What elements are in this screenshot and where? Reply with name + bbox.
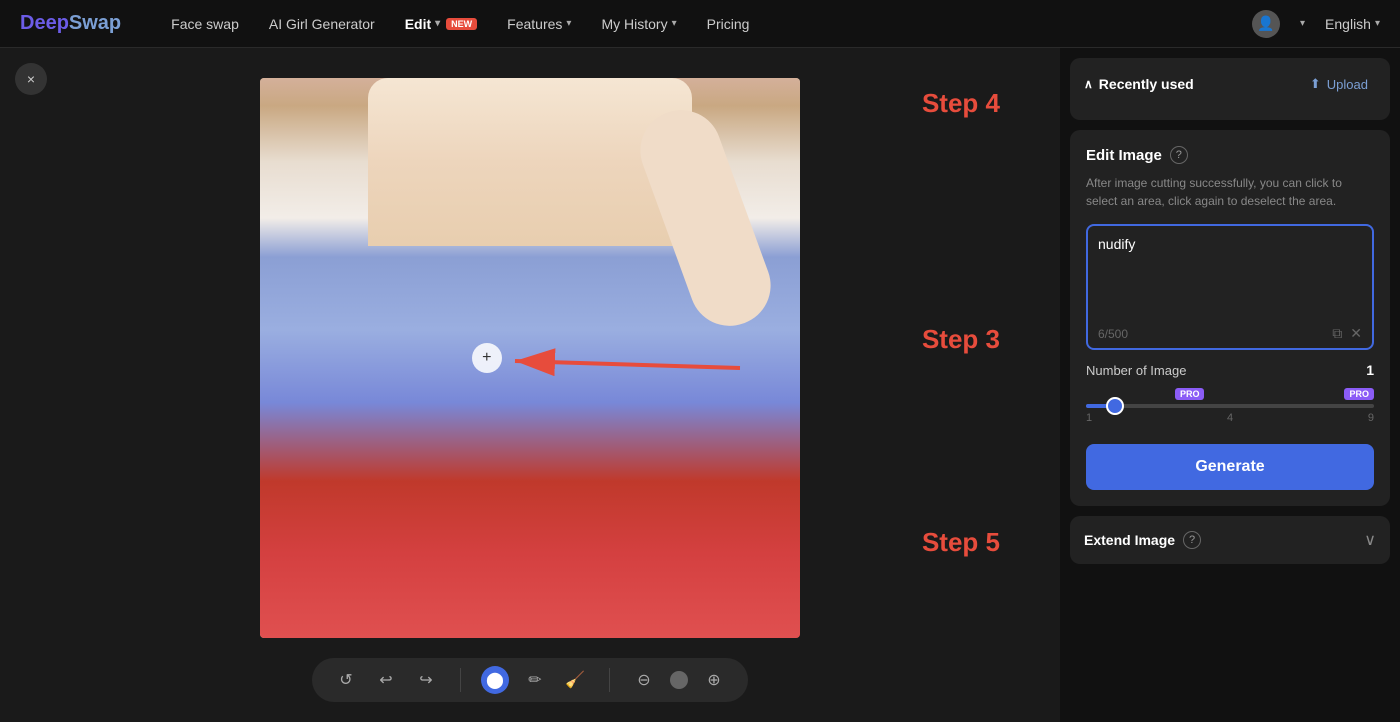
prompt-actions: ⧉ ✕	[1332, 325, 1362, 342]
avatar-chevron-icon: ▾	[1300, 18, 1305, 29]
nav-pricing[interactable]: Pricing	[707, 16, 750, 32]
clear-icon[interactable]: ✕	[1350, 325, 1362, 342]
main-content: × +	[0, 48, 1400, 722]
recently-used-header: ∧ Recently used ⬆ Upload	[1084, 72, 1376, 96]
prompt-input[interactable]	[1088, 226, 1372, 321]
slider-track	[1086, 404, 1374, 408]
language-chevron-icon: ▾	[1375, 18, 1380, 29]
edit-image-section: Edit Image ? After image cutting success…	[1070, 130, 1390, 506]
step5-label: Step 5	[922, 527, 1000, 558]
navbar: DeepSwap Face swap AI Girl Generator Edi…	[0, 0, 1400, 48]
nav-face-swap[interactable]: Face swap	[171, 16, 239, 32]
extend-help-icon[interactable]: ?	[1183, 531, 1201, 549]
canvas-image[interactable]: +	[260, 78, 800, 638]
edit-image-title: Edit Image	[1086, 147, 1162, 164]
avatar[interactable]: 👤	[1252, 10, 1280, 38]
edit-title-row: Edit Image ?	[1086, 146, 1374, 164]
nav-edit[interactable]: Edit ▾ NEW	[405, 16, 477, 32]
bottom-toolbar: ↺ ↩ ↪ ⬤ ✏ 🧹 ⊖ ⊕	[312, 658, 748, 702]
prompt-container: 6/500 ⧉ ✕	[1086, 224, 1374, 350]
number-of-image-value: 1	[1366, 362, 1374, 378]
logo-swap: Swap	[69, 12, 121, 34]
recently-used-section: ∧ Recently used ⬆ Upload	[1070, 58, 1390, 120]
brush-size-indicator	[670, 671, 688, 689]
zoom-group: ⊖ ⊕	[630, 666, 728, 694]
slider-thumb[interactable]	[1106, 397, 1124, 415]
pro-badge-1: PRO	[1175, 388, 1205, 400]
brush-group: ⬤ ✏ 🧹	[481, 666, 589, 694]
nav-my-history[interactable]: My History ▾	[601, 16, 676, 32]
extend-chevron-icon[interactable]: ∨	[1364, 530, 1376, 550]
selection-point[interactable]: +	[472, 343, 502, 373]
toolbar-divider-2	[609, 668, 610, 692]
chevron-up-icon: ∧	[1084, 77, 1093, 91]
edit-chevron-icon: ▾	[435, 18, 440, 29]
undo-redo-group: ↺ ↩ ↪	[332, 666, 440, 694]
pro-badge-2: PRO	[1344, 388, 1374, 400]
nav-ai-girl[interactable]: AI Girl Generator	[269, 16, 375, 32]
pro-badges-row: PRO PRO	[1086, 388, 1374, 400]
char-count: 6/500	[1098, 327, 1128, 341]
edit-description: After image cutting successfully, you ca…	[1086, 174, 1374, 210]
brush-icon[interactable]: ⬤	[481, 666, 509, 694]
recently-used-title: ∧ Recently used	[1084, 76, 1194, 92]
step3-label: Step 3	[922, 324, 1000, 355]
generate-button[interactable]: Generate	[1086, 444, 1374, 490]
number-of-image-row: Number of Image 1	[1086, 362, 1374, 378]
features-chevron-icon: ▾	[566, 18, 571, 29]
undo-icon[interactable]: ↩	[372, 666, 400, 694]
reset-icon[interactable]: ↺	[332, 666, 360, 694]
history-chevron-icon: ▾	[672, 18, 677, 29]
eraser-icon[interactable]: 🧹	[561, 666, 589, 694]
new-badge: NEW	[446, 18, 477, 30]
toolbar-divider-1	[460, 668, 461, 692]
redo-icon[interactable]: ↪	[412, 666, 440, 694]
app-logo[interactable]: DeepSwap	[20, 12, 121, 35]
extend-image-section: Extend Image ? ∨	[1070, 516, 1390, 564]
logo-deep: Deep	[20, 12, 69, 34]
extend-header: Extend Image ? ∨	[1084, 530, 1376, 550]
right-panel: ∧ Recently used ⬆ Upload Edit Image ? Af…	[1060, 48, 1400, 722]
extend-title-row: Extend Image ?	[1084, 531, 1201, 549]
zoom-in-icon[interactable]: ⊕	[700, 666, 728, 694]
language-selector[interactable]: English ▾	[1325, 16, 1380, 32]
upload-button[interactable]: ⬆ Upload	[1302, 72, 1376, 96]
left-panel: × +	[0, 48, 1060, 722]
copy-icon[interactable]: ⧉	[1332, 325, 1342, 342]
nav-right: 👤 ▾ English ▾	[1252, 10, 1380, 38]
image-count-slider[interactable]: 1 4 9	[1086, 404, 1374, 424]
zoom-out-icon[interactable]: ⊖	[630, 666, 658, 694]
close-button[interactable]: ×	[15, 63, 47, 95]
slider-labels: 1 4 9	[1086, 412, 1374, 424]
extend-image-title: Extend Image	[1084, 532, 1175, 548]
step4-label: Step 4	[922, 88, 1000, 119]
nav-features[interactable]: Features ▾	[507, 16, 571, 32]
draw-icon[interactable]: ✏	[521, 666, 549, 694]
textarea-footer: 6/500 ⧉ ✕	[1088, 321, 1372, 348]
help-icon[interactable]: ?	[1170, 146, 1188, 164]
upload-icon: ⬆	[1310, 76, 1321, 92]
